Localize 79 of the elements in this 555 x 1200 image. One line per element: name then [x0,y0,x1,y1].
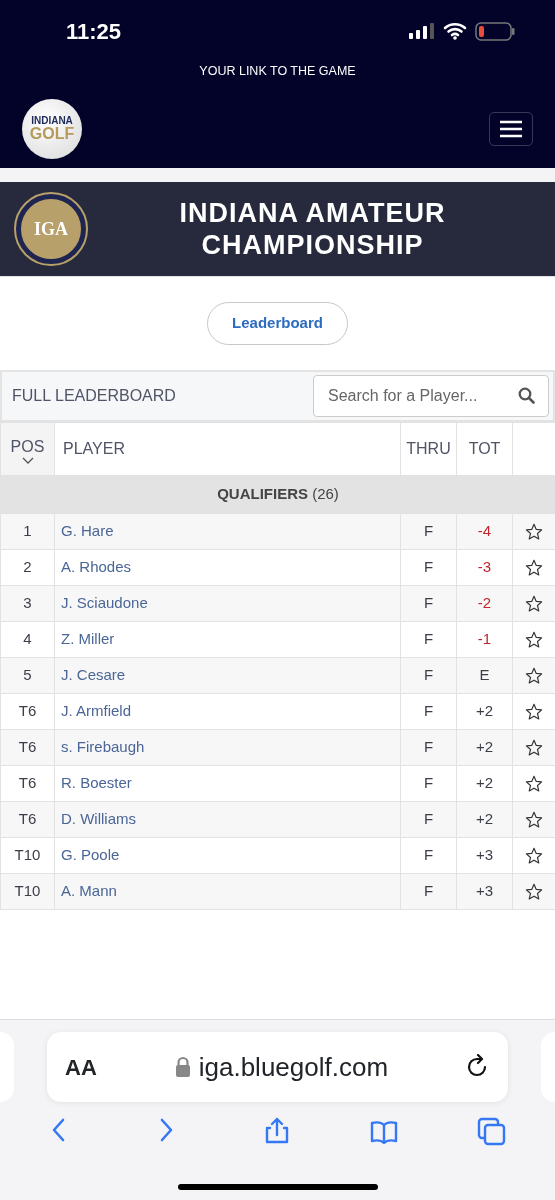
table-cell: F [400,729,457,766]
star-icon[interactable] [525,847,543,866]
score-cell: +2 [456,693,513,730]
table-cell: F [400,873,457,910]
star-icon[interactable] [525,523,543,542]
star-icon[interactable] [525,883,543,902]
player-link[interactable]: J. Cesare [54,657,401,694]
star-icon[interactable] [525,631,543,650]
table-cell: F [400,837,457,874]
table-cell: 5 [0,657,55,694]
score-cell: E [456,657,513,694]
table-cell: F [400,513,457,550]
player-link[interactable]: G. Poole [54,837,401,874]
table-cell: T10 [0,837,55,874]
player-link[interactable]: Z. Miller [54,621,401,658]
star-icon[interactable] [525,811,543,830]
page-title: INDIANA AMATEUR CHAMPIONSHIP [178,196,447,262]
player-link[interactable]: D. Williams [54,801,401,838]
address-bar[interactable]: AA iga.bluegolf.com [47,1032,508,1102]
chevron-down-icon [21,456,34,464]
battery-icon [475,21,515,41]
url-text: iga.bluegolf.com [198,1050,389,1084]
table-cell: T6 [0,765,55,802]
column-header: THRU [400,422,457,476]
score-cell: -2 [456,585,513,622]
player-link[interactable]: A. Rhodes [54,549,401,586]
score-cell: +2 [456,801,513,838]
score-cell: +2 [456,765,513,802]
score-cell: -3 [456,549,513,586]
player-link[interactable]: J. Sciaudone [54,585,401,622]
lock-icon [174,1056,191,1078]
search-field[interactable]: Search for a Player... [313,375,549,417]
table-cell: F [400,549,457,586]
tabs-icon[interactable] [476,1117,507,1147]
group-title: QUALIFIERS (26) [217,485,339,503]
table-cell: F [400,765,457,802]
table-cell: 3 [0,585,55,622]
tagline: YOUR LINK TO THE GAME [198,63,357,80]
star-icon[interactable] [525,667,543,686]
score-cell: -4 [456,513,513,550]
search-icon[interactable] [518,387,535,404]
star-icon[interactable] [525,775,543,794]
player-link[interactable]: R. Boester [54,765,401,802]
table-cell: F [400,585,457,622]
emblem-logo: IGA [16,194,86,264]
menu-icon [499,120,523,138]
player-link[interactable]: s. Firebaugh [54,729,401,766]
table-cell: F [400,693,457,730]
table-cell: F [400,621,457,658]
player-link[interactable]: G. Hare [54,513,401,550]
wifi-icon [443,22,467,40]
table-cell: T6 [0,801,55,838]
star-icon[interactable] [525,739,543,758]
column-header: TOT [456,422,513,476]
score-cell: -1 [456,621,513,658]
column-header: PLAYER [54,422,401,476]
signal-icon [409,23,435,39]
status-time: 11:25 [66,17,122,46]
table-cell: T6 [0,729,55,766]
score-cell: +3 [456,837,513,874]
menu-button[interactable] [489,112,533,146]
score-cell: +2 [456,729,513,766]
text-size-button[interactable]: AA [65,1050,97,1084]
table-cell: T6 [0,693,55,730]
star-icon[interactable] [525,703,543,722]
table-cell: 1 [0,513,55,550]
leaderboard-tab[interactable]: Leaderboard [207,302,348,345]
table-cell: T10 [0,873,55,910]
table-cell: F [400,657,457,694]
table-cell: 4 [0,621,55,658]
toolbar-title: FULL LEADERBOARD [12,386,176,406]
table-cell: F [400,801,457,838]
player-link[interactable]: A. Mann [54,873,401,910]
score-cell: +3 [456,873,513,910]
star-icon[interactable] [525,595,543,614]
site-logo[interactable]: INDIANA GOLF [22,99,82,159]
player-link[interactable]: J. Armfield [54,693,401,730]
star-icon[interactable] [525,559,543,578]
table-cell: 2 [0,549,55,586]
